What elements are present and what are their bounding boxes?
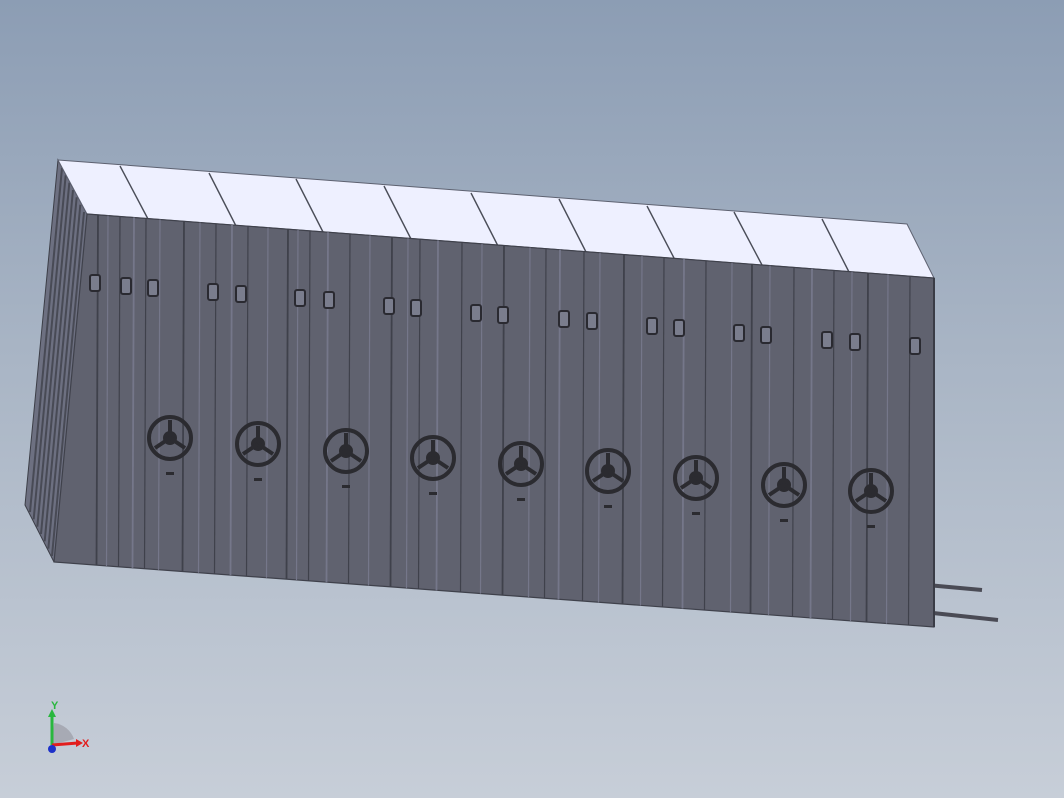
handwheel-lock xyxy=(254,478,262,481)
coordinate-triad: X Y xyxy=(48,700,90,753)
triad-y-label: Y xyxy=(51,700,59,712)
triad-x-label: X xyxy=(82,738,90,750)
cabinet-handle[interactable] xyxy=(558,310,570,328)
cabinet-handle[interactable] xyxy=(849,333,861,351)
cabinet-handle[interactable] xyxy=(733,324,745,342)
cabinet-handle[interactable] xyxy=(235,285,247,303)
handwheel-lock xyxy=(604,505,612,508)
cabinet-handle[interactable] xyxy=(383,297,395,315)
cabinet-handle[interactable] xyxy=(323,291,335,309)
handwheel-lock xyxy=(867,525,875,528)
triad-z-axis xyxy=(48,745,56,753)
cabinet-handle[interactable] xyxy=(410,299,422,317)
cabinet-handle[interactable] xyxy=(586,312,598,330)
cabinet-handle[interactable] xyxy=(760,326,772,344)
triad-x-axis xyxy=(51,741,79,747)
cabinet-handle[interactable] xyxy=(470,304,482,322)
cad-viewport[interactable]: X Y xyxy=(0,0,1064,798)
cabinet-handle[interactable] xyxy=(207,283,219,301)
cabinet-handle[interactable] xyxy=(909,337,921,355)
cabinet-handle[interactable] xyxy=(497,306,509,324)
cabinet-handle[interactable] xyxy=(120,277,132,295)
cabinet-handle[interactable] xyxy=(821,331,833,349)
handwheel-lock xyxy=(780,519,788,522)
triad-rotation-wedge xyxy=(52,723,74,745)
front-facade xyxy=(53,213,935,628)
handwheel-lock xyxy=(166,472,174,475)
handwheel-lock xyxy=(517,498,525,501)
cabinet-handle[interactable] xyxy=(294,289,306,307)
handwheel-lock xyxy=(342,485,350,488)
cabinet-handle[interactable] xyxy=(89,274,101,292)
model-scene[interactable]: X Y xyxy=(0,0,1064,798)
cabinet-handle[interactable] xyxy=(646,317,658,335)
cabinet-handle[interactable] xyxy=(673,319,685,337)
handwheel-lock xyxy=(692,512,700,515)
cabinet-handle[interactable] xyxy=(147,279,159,297)
handwheel-lock xyxy=(429,492,437,495)
